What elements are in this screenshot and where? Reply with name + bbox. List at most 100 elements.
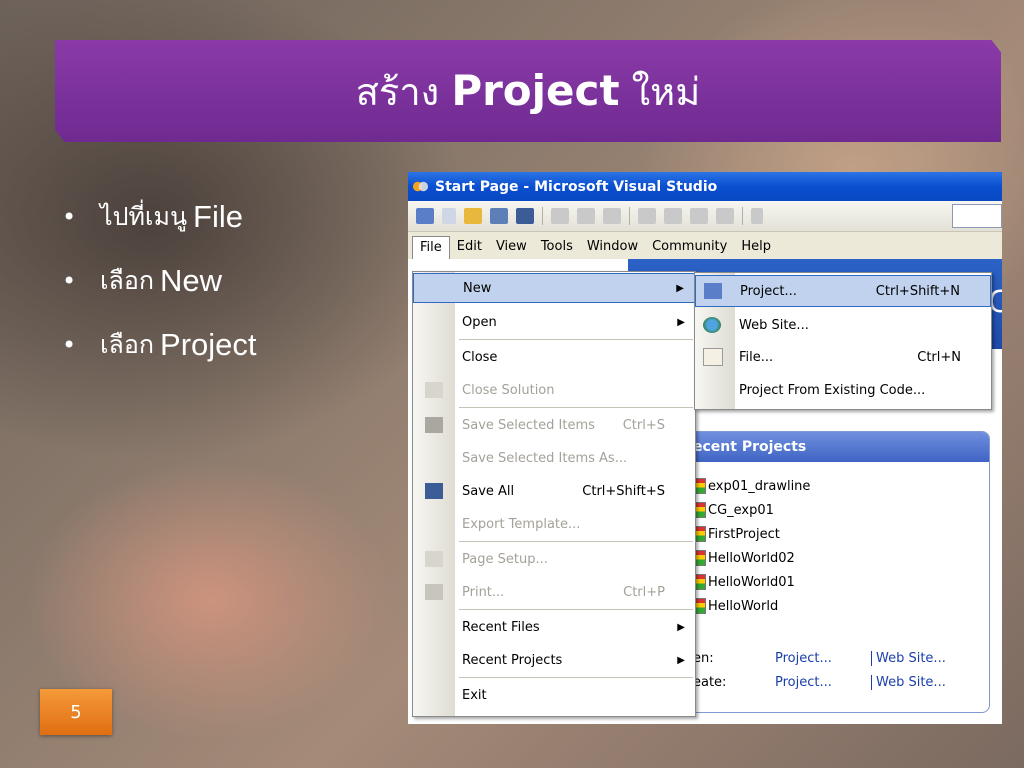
paste-icon[interactable] xyxy=(603,208,621,224)
copy-icon[interactable] xyxy=(577,208,595,224)
project-name: CG_exp01 xyxy=(708,502,774,518)
file-menu-new[interactable]: New ▶ xyxy=(413,273,695,303)
new-submenu: Project... Ctrl+Shift+N Web Site... File… xyxy=(694,272,992,410)
toolbar-separator xyxy=(629,207,630,225)
file-menu-save-selected-as[interactable]: Save Selected Items As... xyxy=(413,443,695,473)
window-title: Start Page - Microsoft Visual Studio xyxy=(435,178,718,195)
list-item[interactable]: HelloWorld02 xyxy=(695,546,810,570)
file-menu-dropdown: New ▶ Open ▶ Close Close Solution Save S… xyxy=(412,271,696,717)
toolbar-separator xyxy=(742,207,743,225)
submenu-arrow-icon: ▶ xyxy=(677,621,685,633)
submenu-arrow-icon: ▶ xyxy=(677,654,685,666)
bullet-item: • เลือก New xyxy=(62,249,257,313)
menu-window[interactable]: Window xyxy=(580,237,645,256)
menu-item-label: Save Selected Items As... xyxy=(462,450,628,466)
navigate-backward-icon[interactable] xyxy=(690,208,708,224)
new-website-item[interactable]: Web Site... xyxy=(695,309,991,341)
start-debug-icon[interactable] xyxy=(751,208,763,224)
menu-divider xyxy=(459,339,693,340)
file-menu-exit[interactable]: Exit xyxy=(413,680,695,710)
file-menu-export-template[interactable]: Export Template... xyxy=(413,509,695,539)
title-banner: สร้าง Project ใหม่ xyxy=(55,40,1001,142)
new-project-icon xyxy=(704,283,722,299)
menu-divider xyxy=(459,609,693,610)
project-name: HelloWorld02 xyxy=(708,550,795,566)
file-menu-recent-projects[interactable]: Recent Projects ▶ xyxy=(413,645,695,675)
find-combo[interactable] xyxy=(952,204,1002,228)
navigate-forward-icon[interactable] xyxy=(716,208,734,224)
file-menu-close[interactable]: Close xyxy=(413,342,695,372)
menu-item-label: Save Selected Items xyxy=(462,417,595,433)
menu-divider xyxy=(459,677,693,678)
bullet-text-english: New xyxy=(160,263,223,298)
project-name: exp01_drawline xyxy=(708,478,811,494)
menu-item-label: Project From Existing Code... xyxy=(739,382,926,398)
new-file-icon xyxy=(703,348,723,366)
cut-icon[interactable] xyxy=(551,208,569,224)
create-website-link[interactable]: Web Site... xyxy=(871,674,946,690)
open-website-link[interactable]: Web Site... xyxy=(871,650,946,666)
save-icon[interactable] xyxy=(490,208,508,224)
new-project-icon[interactable] xyxy=(416,208,434,224)
list-item[interactable]: HelloWorld01 xyxy=(695,570,810,594)
project-icon xyxy=(695,598,706,614)
menu-item-label: Recent Files xyxy=(462,619,540,635)
new-project-from-existing-item[interactable]: Project From Existing Code... xyxy=(695,374,991,406)
project-icon xyxy=(695,502,706,518)
list-item[interactable]: CG_exp01 xyxy=(695,498,810,522)
menu-help[interactable]: Help xyxy=(734,237,778,256)
title-thai-suffix: ใหม่ xyxy=(631,69,701,114)
project-name: HelloWorld01 xyxy=(708,574,795,590)
bullet-item: • ไปที่เมนู File xyxy=(62,185,257,249)
bullet-text-english: File xyxy=(193,199,243,234)
list-item[interactable]: FirstProject xyxy=(695,522,810,546)
file-menu-page-setup[interactable]: Page Setup... xyxy=(413,544,695,574)
menu-item-label: Open xyxy=(462,314,497,330)
menu-community[interactable]: Community xyxy=(645,237,734,256)
menu-item-label: File... xyxy=(739,349,774,365)
open-folder-icon[interactable] xyxy=(464,208,482,224)
bullet-dot: • xyxy=(62,203,77,231)
new-project-item[interactable]: Project... Ctrl+Shift+N xyxy=(695,275,991,307)
menu-shortcut: Ctrl+N xyxy=(917,349,961,365)
menu-edit[interactable]: Edit xyxy=(450,237,489,256)
new-file-item[interactable]: File... Ctrl+N xyxy=(695,341,991,373)
menu-item-label: Save All xyxy=(462,483,515,499)
create-project-link[interactable]: Project... xyxy=(775,675,871,690)
save-all-icon xyxy=(425,483,443,499)
file-menu-print[interactable]: Print... Ctrl+P xyxy=(413,577,695,607)
submenu-arrow-icon: ▶ xyxy=(677,316,685,328)
create-label: eate: xyxy=(693,674,727,690)
print-icon xyxy=(425,584,443,600)
file-menu-save-all[interactable]: Save All Ctrl+Shift+S xyxy=(413,476,695,506)
file-menu-recent-files[interactable]: Recent Files ▶ xyxy=(413,612,695,642)
file-menu-open[interactable]: Open ▶ xyxy=(413,307,695,337)
add-item-icon[interactable] xyxy=(442,208,456,224)
project-icon xyxy=(695,526,706,542)
standard-toolbar xyxy=(408,201,1002,232)
list-item[interactable]: HelloWorld xyxy=(695,594,810,618)
list-item[interactable]: exp01_drawline xyxy=(695,474,810,498)
menu-shortcut: Ctrl+Shift+N xyxy=(875,283,960,299)
menu-item-label: Recent Projects xyxy=(462,652,563,668)
menu-view[interactable]: View xyxy=(489,237,534,256)
menu-item-label: Close Solution xyxy=(462,382,555,398)
bullet-text-thai: เลือก xyxy=(100,330,155,359)
menu-item-label: Export Template... xyxy=(462,516,581,532)
bullet-list: • ไปที่เมนู File • เลือก New • เลือก Pro… xyxy=(62,185,257,377)
globe-icon xyxy=(703,317,721,333)
redo-icon[interactable] xyxy=(664,208,682,224)
menu-file[interactable]: File xyxy=(412,235,450,261)
undo-icon[interactable] xyxy=(638,208,656,224)
bullet-text-thai: ไปที่เมนู xyxy=(100,202,188,231)
menu-bar: File Edit View Tools Window Community He… xyxy=(408,232,1002,261)
open-project-link[interactable]: Project... xyxy=(775,651,871,666)
menu-divider xyxy=(459,407,693,408)
window-titlebar: Start Page - Microsoft Visual Studio xyxy=(408,172,1002,201)
project-name: FirstProject xyxy=(708,526,780,542)
file-menu-close-solution[interactable]: Close Solution xyxy=(413,375,695,405)
save-all-icon[interactable] xyxy=(516,208,534,224)
menu-tools[interactable]: Tools xyxy=(534,237,580,256)
menu-item-label: Print... xyxy=(462,584,505,600)
file-menu-save-selected[interactable]: Save Selected Items Ctrl+S xyxy=(413,410,695,440)
